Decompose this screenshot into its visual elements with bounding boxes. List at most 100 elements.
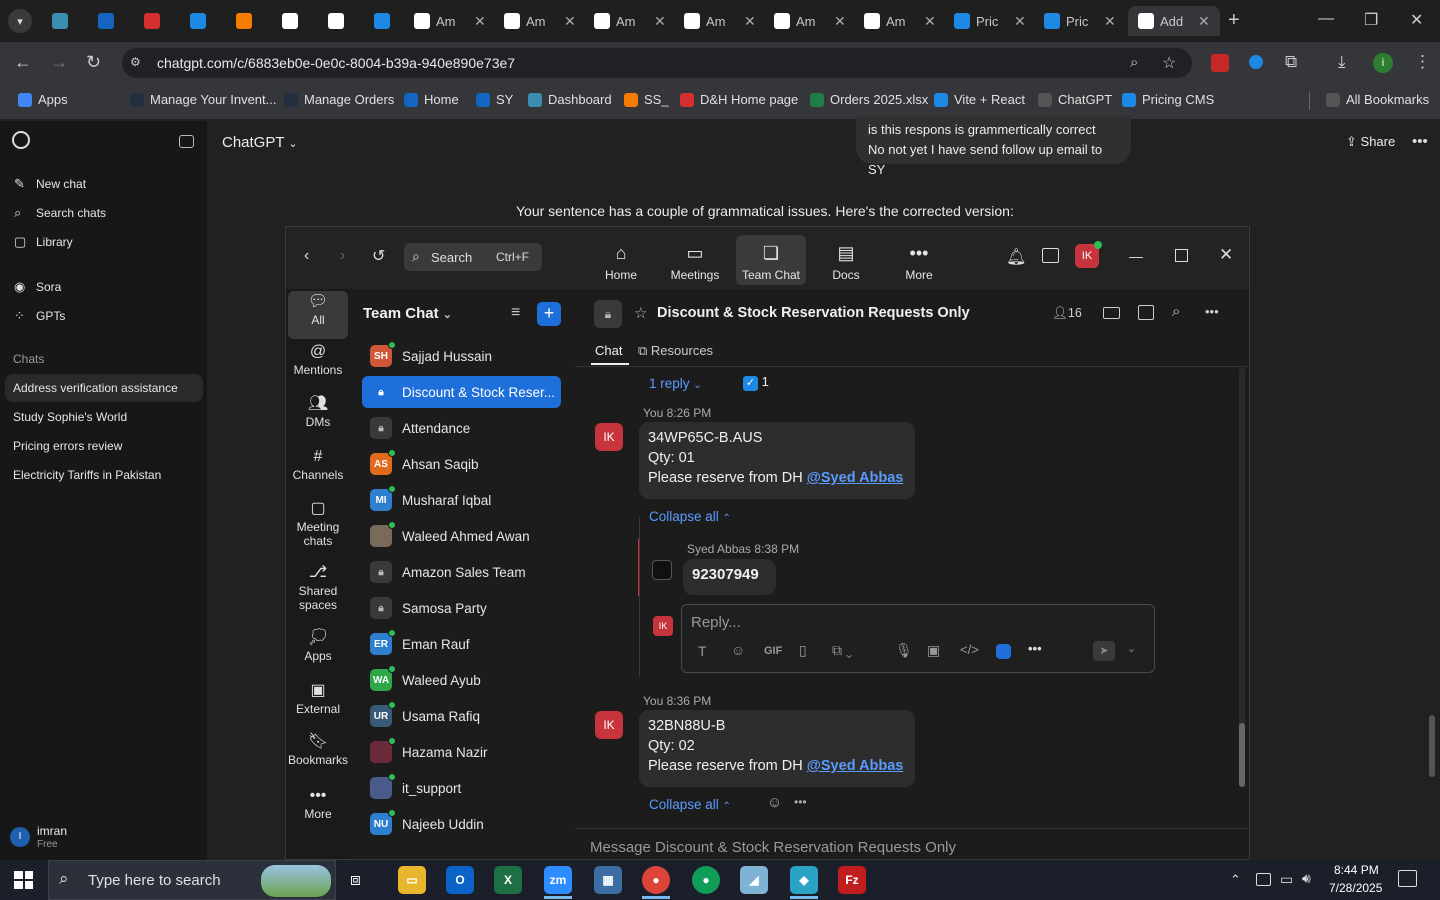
- chat-item[interactable]: Electricity Tariffs in Pakistan: [5, 461, 203, 489]
- browser-tab[interactable]: [98, 6, 114, 36]
- star-icon[interactable]: ☆: [634, 304, 647, 322]
- taskbar-search[interactable]: ⌕ Type here to search: [48, 860, 336, 900]
- browser-tab[interactable]: [236, 6, 252, 36]
- chat-list-item[interactable]: NU Najeeb Uddin: [362, 808, 561, 840]
- tray-chevron-icon[interactable]: ⌃: [1230, 872, 1241, 888]
- windows-start-icon[interactable]: [14, 871, 33, 889]
- browser-tab[interactable]: Am ✕: [684, 6, 756, 36]
- browser-tab[interactable]: [328, 6, 344, 36]
- chat-list-item[interactable]: 🔒︎ Discount & Stock Reser...: [362, 376, 561, 408]
- forward-arrow-icon[interactable]: ›: [340, 247, 345, 265]
- browser-tab[interactable]: Am ✕: [594, 6, 666, 36]
- maximize-icon[interactable]: [1175, 249, 1188, 262]
- chat-list-item[interactable]: 🔒︎ Amazon Sales Team: [362, 556, 561, 588]
- bookmark-item[interactable]: SS_: [624, 92, 669, 107]
- tab-list-chevron-icon[interactable]: ▾: [8, 9, 32, 33]
- tray-security-icon[interactable]: [1256, 873, 1271, 886]
- chat-list-item[interactable]: MI Musharaf Iqbal: [362, 484, 561, 516]
- zoom-icon[interactable]: zm: [544, 866, 572, 894]
- bookmark-item[interactable]: All Bookmarks: [1326, 92, 1429, 107]
- bookmark-item[interactable]: Orders 2025.xlsx: [810, 92, 928, 107]
- message-bubble[interactable]: 32BN88U-B Qty: 02 Please reserve from DH…: [639, 710, 915, 787]
- checkmark-reaction[interactable]: ✓ 1: [743, 374, 769, 391]
- add-reaction-icon[interactable]: ☺: [767, 794, 782, 811]
- forward-icon[interactable]: →: [50, 52, 68, 73]
- back-icon[interactable]: ←: [14, 52, 32, 73]
- volume-icon[interactable]: 🔊︎: [1302, 870, 1311, 887]
- screenshot-icon[interactable]: ⧉ ⌄: [832, 642, 853, 659]
- bookmark-item[interactable]: D&H Home page: [680, 92, 798, 107]
- close-tab-icon[interactable]: ✕: [834, 13, 846, 30]
- reply-composer[interactable]: [681, 604, 1155, 673]
- reply-input[interactable]: Reply...: [691, 614, 741, 631]
- close-sidebar-icon[interactable]: [179, 135, 194, 148]
- browser-tab[interactable]: Pric ✕: [954, 6, 1026, 36]
- reply-bubble[interactable]: 92307949: [683, 559, 776, 595]
- bookmark-item[interactable]: Manage Orders: [284, 92, 394, 107]
- chrome-icon[interactable]: ●: [642, 866, 670, 894]
- chat-list-item[interactable]: 🔒︎ Attendance: [362, 412, 561, 444]
- emoji-icon[interactable]: ☺: [731, 642, 745, 658]
- chat-list-item[interactable]: SH Sajjad Hussain: [362, 340, 561, 372]
- task-view-icon[interactable]: ⧈: [350, 870, 361, 890]
- rail-all[interactable]: 💬︎ All: [288, 291, 348, 339]
- chat-scrollbar-thumb[interactable]: [1239, 723, 1245, 787]
- tab-team-chat[interactable]: ❏ Team Chat: [736, 235, 806, 285]
- chat-item[interactable]: Pricing errors review: [5, 432, 203, 460]
- zoom-lens-icon[interactable]: ⌕: [1130, 54, 1138, 71]
- mention-link[interactable]: @Syed Abbas: [807, 470, 904, 486]
- reply-author-avatar[interactable]: [652, 560, 672, 580]
- site-info-icon[interactable]: ⚙: [130, 55, 141, 69]
- video-call-icon[interactable]: [1103, 307, 1120, 319]
- bookmark-item[interactable]: Apps: [18, 92, 68, 107]
- filter-icon[interactable]: ≡: [511, 304, 520, 322]
- rail-external[interactable]: ▣ External: [288, 683, 348, 717]
- bookmark-item[interactable]: Vite + React: [934, 92, 1025, 107]
- tab-more[interactable]: ••• More: [884, 243, 954, 282]
- bookmark-item[interactable]: SY: [476, 92, 513, 107]
- browser-tab[interactable]: Pric ✕: [1044, 6, 1116, 36]
- library-button[interactable]: ▢ Library: [14, 234, 73, 250]
- notification-bell-icon[interactable]: 🔔︎: [1006, 247, 1026, 267]
- video-message-icon[interactable]: ▣: [927, 642, 940, 659]
- close-tab-icon[interactable]: ✕: [474, 13, 486, 30]
- bookmark-item[interactable]: Pricing CMS: [1122, 92, 1214, 107]
- user-avatar[interactable]: I: [10, 827, 30, 847]
- rail-shared-spaces[interactable]: ⎇ Shared spaces: [288, 565, 348, 613]
- rail-dms[interactable]: 👥︎ DMs: [288, 396, 348, 430]
- new-chat-button[interactable]: ✎ New chat: [14, 176, 86, 192]
- gpts-button[interactable]: ⁘ GPTs: [14, 308, 65, 324]
- member-count[interactable]: 👤︎16: [1052, 306, 1082, 321]
- channel-title[interactable]: Discount & Stock Reservation Requests On…: [657, 305, 970, 321]
- message-composer[interactable]: Message Discount & Stock Reservation Req…: [590, 839, 956, 856]
- calendar-icon[interactable]: [1138, 305, 1154, 320]
- microphone-icon[interactable]: 🎙︎: [895, 642, 913, 659]
- tab-meetings[interactable]: ▭ Meetings: [660, 243, 730, 282]
- notification-center-icon[interactable]: [1398, 870, 1417, 887]
- chat-list-item[interactable]: UR Usama Rafiq: [362, 700, 561, 732]
- browser-tab[interactable]: Am ✕: [864, 6, 936, 36]
- rail-bookmarks[interactable]: 🔖︎ Bookmarks: [288, 734, 348, 768]
- back-arrow-icon[interactable]: ‹: [304, 247, 309, 265]
- bookmark-star-icon[interactable]: ☆: [1162, 53, 1176, 73]
- close-tab-icon[interactable]: ✕: [1198, 13, 1210, 30]
- chat-list-item[interactable]: it_support: [362, 772, 561, 804]
- team-chat-dropdown[interactable]: Team Chat ⌄: [363, 305, 452, 322]
- chat-item[interactable]: Study Sophie's World: [5, 403, 203, 431]
- chat-list-item[interactable]: ER Eman Rauf: [362, 628, 561, 660]
- profile-avatar[interactable]: i: [1373, 53, 1393, 73]
- browser-tab[interactable]: [52, 6, 68, 36]
- message-bubble[interactable]: 34WP65C-B.AUS Qty: 01 Please reserve fro…: [639, 422, 915, 499]
- chat-list-item[interactable]: 🔒︎ Samosa Party: [362, 592, 561, 624]
- more-actions-icon[interactable]: •••: [1028, 641, 1042, 656]
- minimize-icon[interactable]: —: [1318, 10, 1334, 28]
- share-button[interactable]: ⇪ Share: [1346, 134, 1395, 150]
- mention-link[interactable]: @Syed Abbas: [807, 758, 904, 774]
- model-selector[interactable]: ChatGPT ⌄: [222, 134, 298, 151]
- restore-icon[interactable]: ❐: [1364, 10, 1378, 30]
- download-icon[interactable]: ⤓: [1338, 52, 1346, 72]
- browser-tab[interactable]: [282, 6, 298, 36]
- browser-tab[interactable]: [144, 6, 160, 36]
- bookmark-item[interactable]: ChatGPT: [1038, 92, 1112, 107]
- file-explorer-icon[interactable]: ▭: [398, 866, 426, 894]
